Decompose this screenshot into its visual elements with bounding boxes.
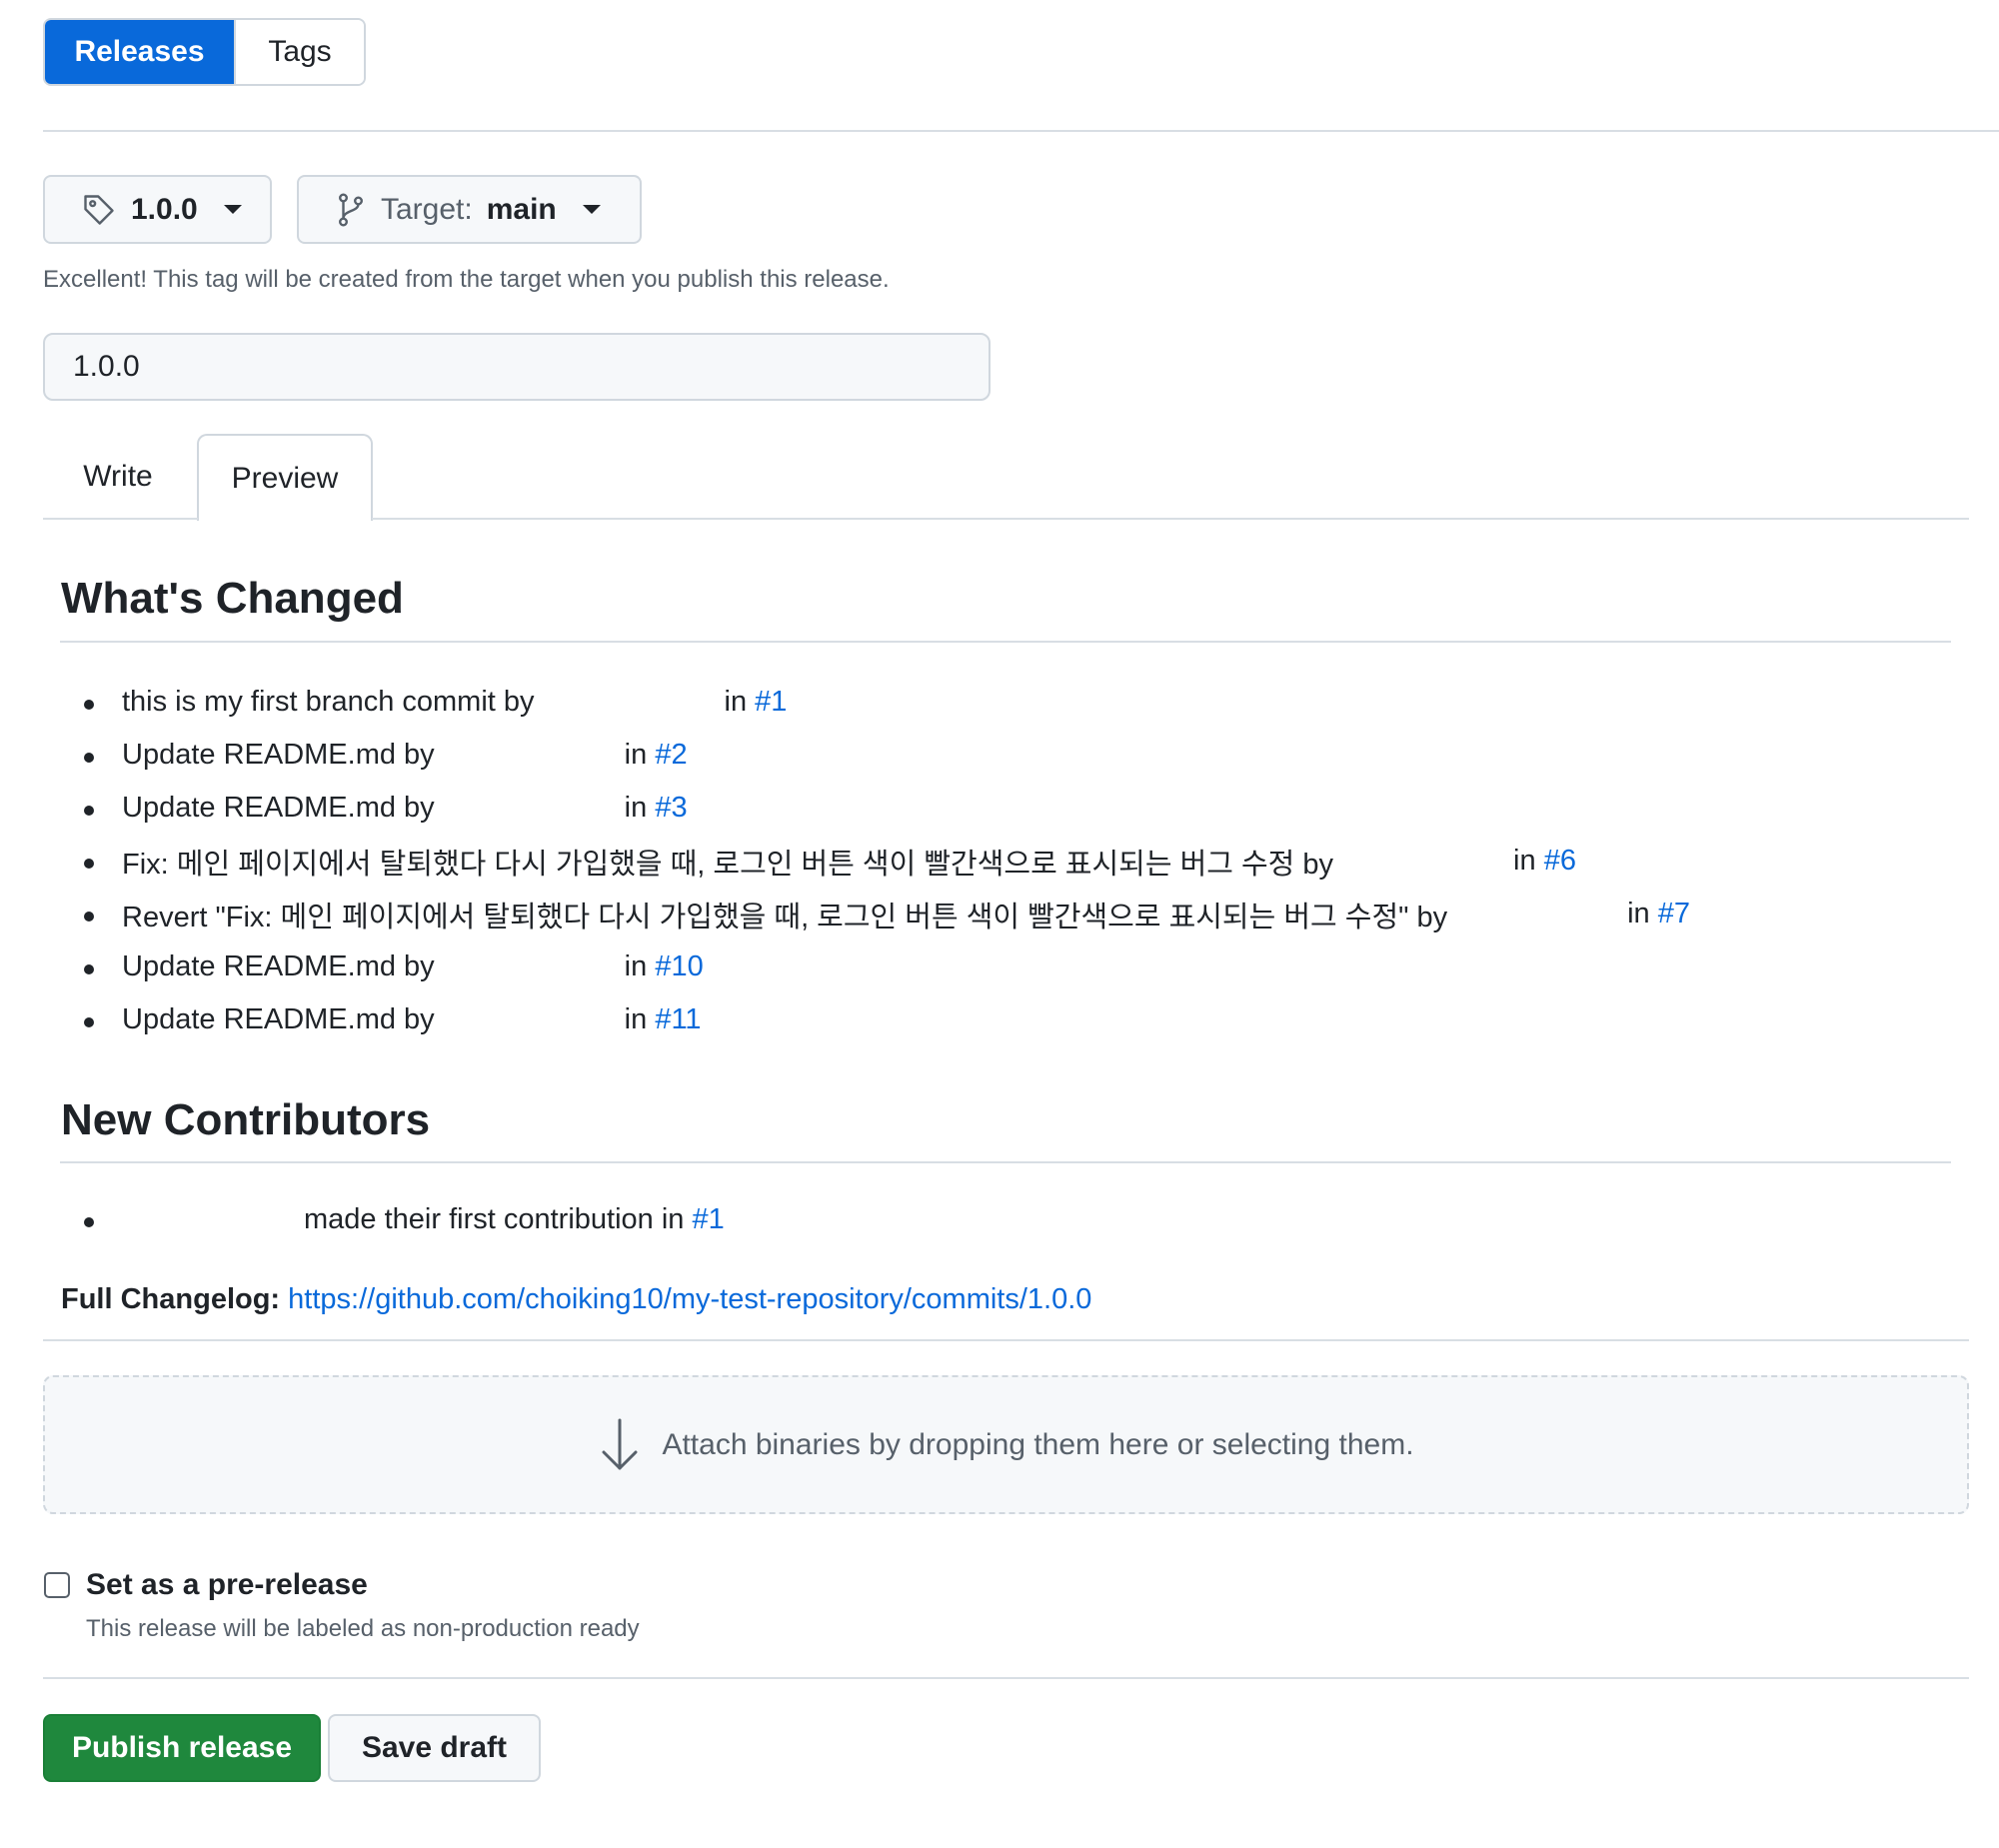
list-item: made their first contribution in #1 bbox=[60, 1193, 725, 1246]
prerelease-label[interactable]: Set as a pre-release bbox=[86, 1568, 368, 1602]
preview-tab[interactable]: Preview bbox=[197, 434, 373, 521]
pr-link[interactable]: #2 bbox=[655, 739, 687, 772]
change-in: in bbox=[724, 686, 748, 718]
whats-changed-list: this is my first branch commit by in #1 … bbox=[60, 676, 1690, 1046]
chevron-down-icon bbox=[223, 205, 242, 214]
tag-select-button[interactable]: 1.0.0 bbox=[43, 175, 272, 244]
releases-tags-nav: Releases Tags bbox=[43, 18, 366, 86]
git-branch-icon bbox=[335, 192, 367, 228]
change-text: Update README.md by bbox=[122, 950, 435, 982]
pr-link[interactable]: #3 bbox=[655, 792, 687, 825]
arrow-down-icon bbox=[598, 1416, 642, 1474]
list-item: Update README.md by in #2 bbox=[60, 729, 1690, 782]
change-text: Revert "Fix: 메인 페이지에서 탈퇴했다 다시 가입했을 때, 로그… bbox=[122, 901, 1448, 933]
write-tab[interactable]: Write bbox=[43, 434, 193, 520]
change-text: this is my first branch commit by bbox=[122, 686, 535, 718]
change-text: Update README.md by bbox=[122, 739, 435, 771]
list-item: Update README.md by in #11 bbox=[60, 993, 1690, 1046]
full-changelog: Full Changelog: https://github.com/choik… bbox=[61, 1283, 1091, 1316]
release-title-input[interactable]: 1.0.0 bbox=[43, 333, 991, 401]
pr-link[interactable]: #1 bbox=[692, 1203, 724, 1236]
list-item: Fix: 메인 페이지에서 탈퇴했다 다시 가입했을 때, 로그인 버튼 색이 … bbox=[60, 835, 1690, 888]
change-text: Update README.md by bbox=[122, 1003, 435, 1035]
pr-link[interactable]: #7 bbox=[1658, 898, 1690, 930]
change-text: Update README.md by bbox=[122, 792, 435, 824]
new-contributors-divider bbox=[60, 1161, 1951, 1163]
chevron-down-icon bbox=[582, 205, 601, 214]
tag-icon bbox=[81, 192, 117, 228]
change-in: in bbox=[1627, 898, 1650, 929]
nav-divider bbox=[43, 130, 1999, 132]
target-select-button[interactable]: Target: main bbox=[297, 175, 642, 244]
prerelease-hint: This release will be labeled as non-prod… bbox=[86, 1615, 640, 1642]
tag-select-label: 1.0.0 bbox=[131, 192, 198, 226]
list-item: Update README.md by in #3 bbox=[60, 782, 1690, 835]
whats-changed-heading: What's Changed bbox=[61, 574, 404, 623]
list-item: this is my first branch commit by in #1 bbox=[60, 676, 1690, 729]
full-changelog-label: Full Changelog: bbox=[61, 1283, 281, 1315]
change-in: in bbox=[624, 950, 648, 982]
tags-tab[interactable]: Tags bbox=[234, 20, 364, 84]
tab-line-left bbox=[43, 518, 198, 520]
actions-divider bbox=[43, 1677, 1969, 1679]
target-prefix: Target: bbox=[381, 192, 473, 226]
prerelease-checkbox[interactable] bbox=[44, 1572, 70, 1598]
pr-link[interactable]: #10 bbox=[655, 950, 703, 983]
change-in: in bbox=[624, 1003, 648, 1035]
pr-link[interactable]: #6 bbox=[1544, 845, 1576, 878]
new-contributors-heading: New Contributors bbox=[61, 1095, 431, 1144]
tab-line-right bbox=[372, 518, 1969, 520]
releases-tab[interactable]: Releases bbox=[45, 20, 234, 84]
target-value: main bbox=[486, 192, 557, 226]
new-contributors-list: made their first contribution in #1 bbox=[60, 1193, 725, 1246]
list-item: Update README.md by in #10 bbox=[60, 940, 1690, 993]
change-in: in bbox=[624, 739, 648, 771]
attach-dropzone[interactable]: Attach binaries by dropping them here or… bbox=[43, 1375, 1969, 1514]
save-draft-button[interactable]: Save draft bbox=[328, 1714, 541, 1782]
full-changelog-link[interactable]: https://github.com/choiking10/my-test-re… bbox=[288, 1283, 1091, 1315]
change-text: Fix: 메인 페이지에서 탈퇴했다 다시 가입했을 때, 로그인 버튼 색이 … bbox=[122, 848, 1334, 881]
change-in: in bbox=[1513, 845, 1536, 877]
publish-release-button[interactable]: Publish release bbox=[43, 1714, 321, 1782]
change-in: in bbox=[624, 792, 648, 824]
tag-note: Excellent! This tag will be created from… bbox=[43, 266, 890, 293]
preview-bottom-divider bbox=[43, 1339, 1969, 1341]
list-item: Revert "Fix: 메인 페이지에서 탈퇴했다 다시 가입했을 때, 로그… bbox=[60, 888, 1690, 940]
contribution-text: made their first contribution in bbox=[304, 1203, 685, 1235]
attach-text: Attach binaries by dropping them here or… bbox=[662, 1427, 1414, 1461]
whats-changed-divider bbox=[60, 641, 1951, 643]
pr-link[interactable]: #1 bbox=[755, 686, 787, 719]
pr-link[interactable]: #11 bbox=[655, 1003, 701, 1036]
